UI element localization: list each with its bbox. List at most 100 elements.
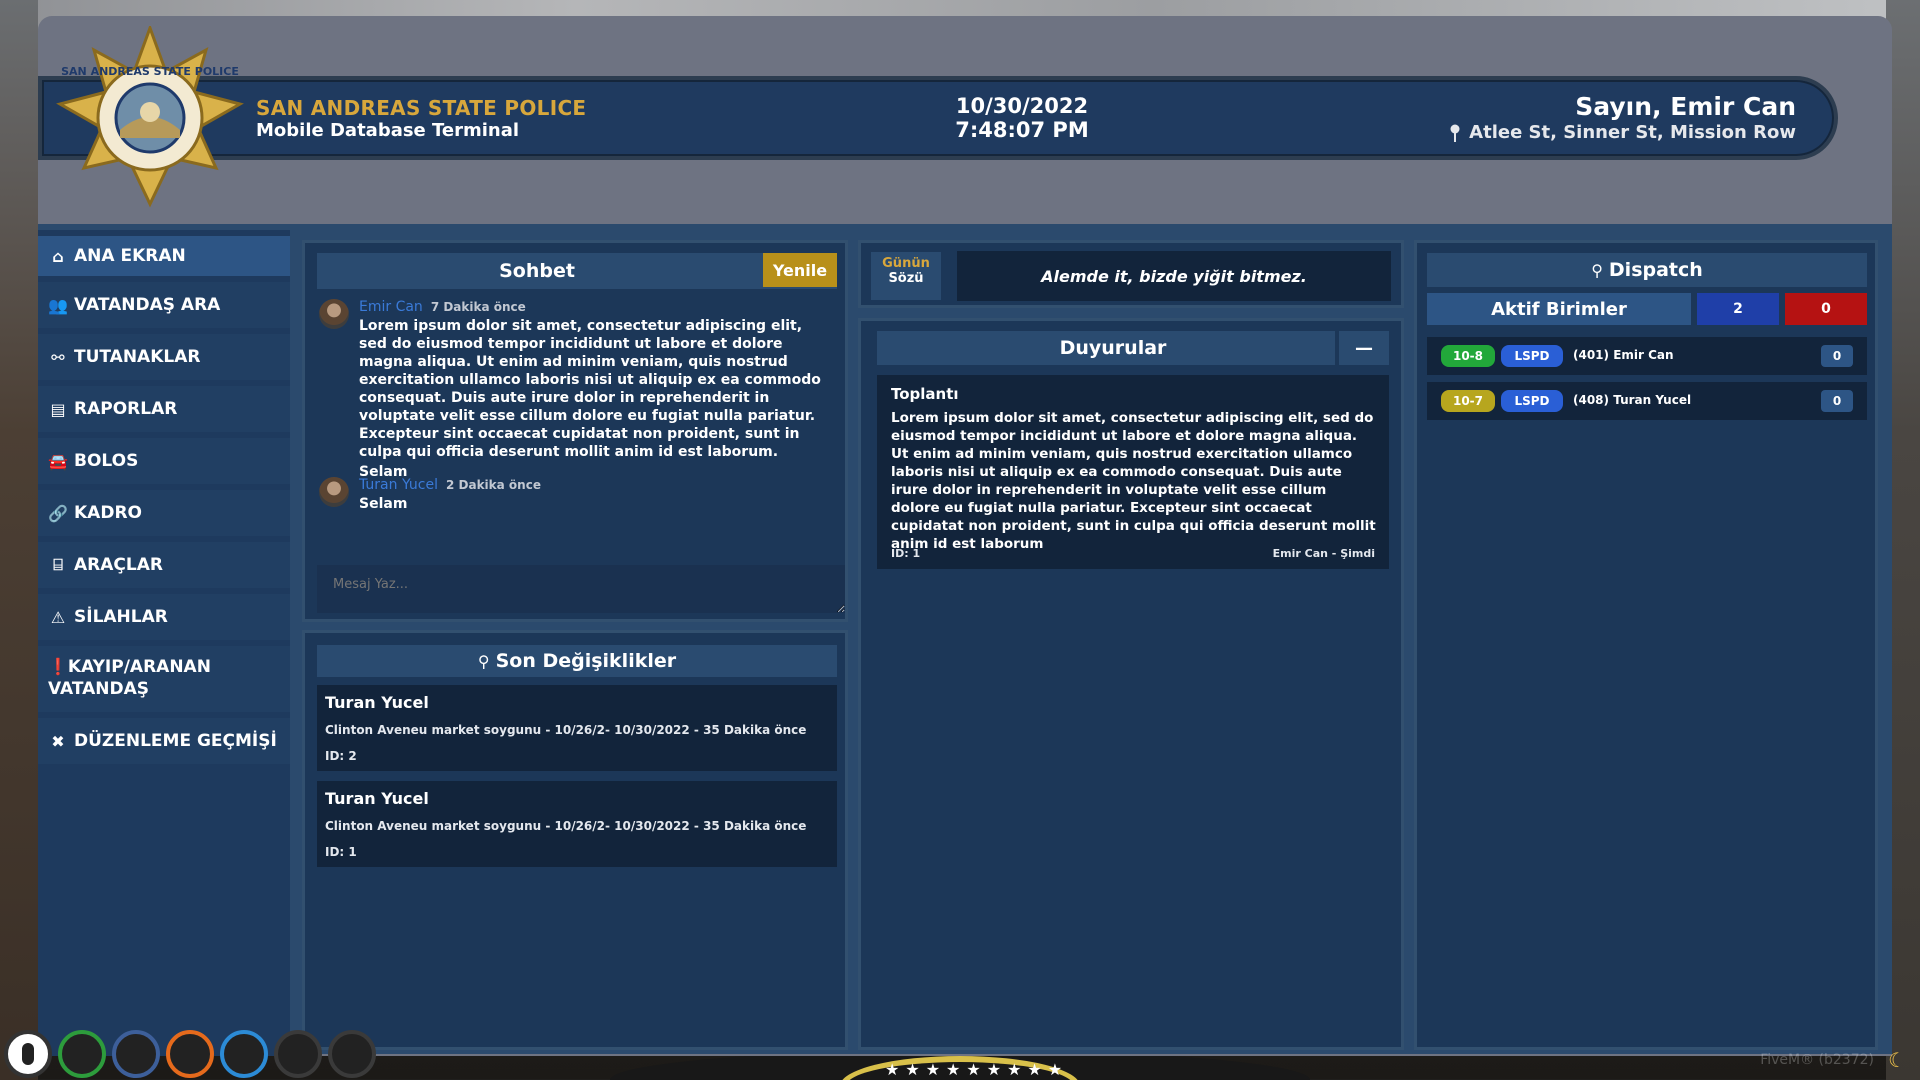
- sidebar-item-label: VATANDAŞ ARA: [74, 295, 221, 315]
- sidebar-item-label: KADRO: [74, 503, 142, 523]
- user-greeting: Sayın, Emir Can: [1575, 92, 1796, 121]
- list-item[interactable]: Turan Yucel Clinton Aveneu market soygun…: [317, 781, 837, 867]
- units-count-red: 0: [1785, 293, 1867, 325]
- unit-row[interactable]: 10-7 LSPD (408) Turan Yucel 0: [1427, 382, 1867, 420]
- announcement-text: Lorem ipsum dolor sit amet, consectetur …: [891, 410, 1376, 552]
- sidebar: ⌂ ANA EKRAN 👥 VATANDAŞ ARA ⚯ TUTANAKLAR …: [38, 230, 290, 1056]
- change-id: ID: 1: [325, 845, 357, 859]
- sidebar-item-silahlar[interactable]: ⚠ SİLAHLAR: [38, 594, 290, 640]
- microphone-icon: [4, 1030, 52, 1078]
- unit-count: 0: [1821, 390, 1853, 412]
- game-hud: [4, 1030, 376, 1078]
- link-icon: 🔗: [48, 503, 68, 523]
- sidebar-item-kayip-aranan[interactable]: ❗KAYIP/ARANAN VATANDAŞ: [38, 646, 290, 712]
- chat-text: Lorem ipsum dolor sit amet, consectetur …: [359, 317, 831, 481]
- announcements-panel: Duyurular — Toplantı Lorem ipsum dolor s…: [858, 318, 1404, 1050]
- current-date: 10/30/2022: [955, 94, 1089, 118]
- search-icon: ⚲: [1591, 260, 1603, 280]
- sidebar-item-duzenleme-gecmisi[interactable]: ✖ DÜZENLEME GEÇMİŞİ: [38, 718, 290, 764]
- sidebar-item-bolos[interactable]: 🚘 BOLOS: [38, 438, 290, 484]
- warning-icon: ⚠: [50, 607, 66, 627]
- unit-status-badge: 10-7: [1441, 390, 1495, 412]
- quote-text: Alemde it, bizde yiğit bitmez.: [957, 251, 1391, 301]
- chat-text: Selam: [359, 496, 408, 512]
- chat-author[interactable]: Turan Yucel 2 Dakika önce: [359, 477, 541, 493]
- stress-icon: [274, 1030, 322, 1078]
- chat-header: Sohbet Yenile: [317, 253, 837, 289]
- change-author: Turan Yucel: [325, 693, 429, 712]
- sidebar-item-label: BOLOS: [74, 451, 139, 471]
- dispatch-title: Dispatch: [1608, 259, 1703, 281]
- sidebar-item-label: KAYIP/ARANAN VATANDAŞ: [48, 657, 211, 699]
- quote-panel: Günün Sözü Alemde it, bizde yiğit bitmez…: [858, 240, 1404, 308]
- collapse-button[interactable]: —: [1335, 331, 1389, 365]
- change-desc: Clinton Aveneu market soygunu - 10/26/2-…: [325, 723, 807, 737]
- announcement-id: ID: 1: [891, 547, 921, 560]
- handcuffs-icon: ⚯: [51, 347, 65, 367]
- announcements-header: Duyurular —: [877, 331, 1389, 365]
- sidebar-item-label: ANA EKRAN: [74, 246, 186, 266]
- chat-author[interactable]: Emir Can 7 Dakika önce: [359, 299, 526, 315]
- sidebar-item-label: DÜZENLEME GEÇMİŞİ: [74, 731, 277, 751]
- car-icon: 🚘: [48, 451, 68, 471]
- user-location: Atlee St, Sinner St, Mission Row: [1449, 122, 1796, 143]
- unit-name: (401) Emir Can: [1573, 348, 1674, 362]
- moon-icon: ☾: [1888, 1048, 1906, 1072]
- sidebar-item-label: ARAÇLAR: [74, 555, 163, 575]
- users-icon: 👥: [48, 295, 68, 315]
- chat-time: 2 Dakika önce: [445, 478, 541, 492]
- police-badge-logo: SAN ANDREAS STATE POLICE: [56, 26, 244, 208]
- announcement-title: Toplantı: [891, 385, 959, 403]
- sidebar-item-tutanaklar[interactable]: ⚯ TUTANAKLAR: [38, 334, 290, 380]
- home-icon: ⌂: [52, 246, 64, 266]
- sidebar-item-raporlar[interactable]: ▤ RAPORLAR: [38, 386, 290, 432]
- sidebar-item-label-wrap: ❗KAYIP/ARANAN VATANDAŞ: [48, 656, 280, 700]
- change-desc: Clinton Aveneu market soygunu - 10/26/2-…: [325, 819, 807, 833]
- sidebar-item-label: RAPORLAR: [74, 399, 178, 419]
- unit-dept-badge: LSPD: [1501, 390, 1563, 412]
- units-count-blue: 2: [1697, 293, 1779, 325]
- recent-changes-title: Son Değişiklikler: [495, 650, 677, 672]
- location-text: Atlee St, Sinner St, Mission Row: [1469, 122, 1796, 143]
- avatar: [319, 299, 349, 329]
- hunger-icon: [166, 1030, 214, 1078]
- unit-row[interactable]: 10-8 LSPD (401) Emir Can 0: [1427, 337, 1867, 375]
- unit-dept-badge: LSPD: [1501, 345, 1563, 367]
- refresh-button[interactable]: Yenile: [763, 253, 837, 287]
- clipboard-icon: ▤: [50, 399, 66, 419]
- stamina-icon: [328, 1030, 376, 1078]
- avatar: [319, 477, 349, 507]
- garage-icon: ⌸: [53, 555, 63, 574]
- unit-status-badge: 10-8: [1441, 345, 1495, 367]
- sidebar-item-label: TUTANAKLAR: [74, 347, 201, 367]
- chat-title: Sohbet: [499, 260, 575, 282]
- org-title: SAN ANDREAS STATE POLICE: [256, 96, 587, 120]
- alert-circle-icon: ❗: [48, 657, 68, 676]
- chat-time: 7 Dakika önce: [430, 300, 526, 314]
- map-pin-icon: [1450, 124, 1460, 142]
- unit-count: 0: [1821, 345, 1853, 367]
- announcement-author: Emir Can - Şimdi: [1272, 547, 1375, 560]
- sidebar-item-vatandas-ara[interactable]: 👥 VATANDAŞ ARA: [38, 282, 290, 328]
- thirst-icon: [220, 1030, 268, 1078]
- sidebar-item-label: SİLAHLAR: [74, 607, 168, 627]
- chat-panel: Sohbet Yenile Emir Can 7 Dakika önce Lore…: [302, 240, 848, 622]
- chat-message: Emir Can 7 Dakika önce Lorem ipsum dolor …: [319, 299, 831, 481]
- badge-text: SAN ANDREAS STATE POLICE: [61, 65, 239, 78]
- tools-icon: ✖: [51, 731, 65, 751]
- current-time: 7:48:07 PM: [955, 118, 1089, 142]
- quote-label: Günün Sözü: [871, 252, 941, 300]
- recent-changes-header: ⚲ Son Değişiklikler: [317, 645, 837, 677]
- list-item[interactable]: Turan Yucel Clinton Aveneu market soygun…: [317, 685, 837, 771]
- change-author: Turan Yucel: [325, 789, 429, 808]
- active-units-label: Aktif Birimler: [1427, 293, 1691, 325]
- announcement-item[interactable]: Toplantı Lorem ipsum dolor sit amet, con…: [877, 375, 1389, 569]
- unit-name: (408) Turan Yucel: [1573, 393, 1692, 407]
- sidebar-item-ana-ekran[interactable]: ⌂ ANA EKRAN: [38, 236, 290, 276]
- dispatch-panel: ⚲ Dispatch Aktif Birimler 2 0 10-8 LSPD …: [1414, 240, 1878, 1050]
- sidebar-item-araclar[interactable]: ⌸ ARAÇLAR: [38, 542, 290, 588]
- recent-changes-panel: ⚲ Son Değişiklikler Turan Yucel Clinton …: [302, 630, 848, 1050]
- sidebar-item-kadro[interactable]: 🔗 KADRO: [38, 490, 290, 536]
- app-subtitle: Mobile Database Terminal: [256, 120, 520, 141]
- chat-message-input[interactable]: [317, 565, 845, 613]
